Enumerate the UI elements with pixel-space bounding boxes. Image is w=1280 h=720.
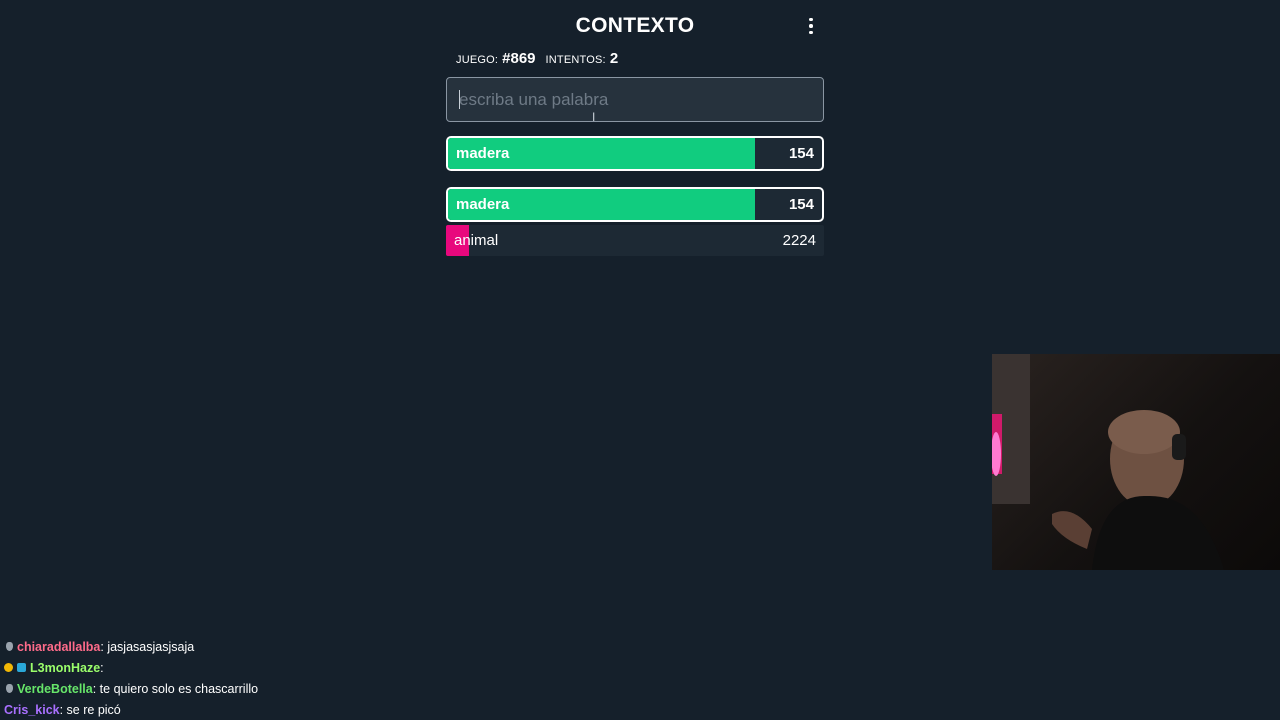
chat-badge-icon [17,663,26,672]
guess-row: animal 2224 [446,225,824,256]
text-cursor-icon: I [592,110,596,124]
chat-badge-icon [6,684,13,693]
game-label: JUEGO: [456,54,499,66]
header: CONTEXTO [446,0,824,50]
chat-badge-icon [4,663,13,672]
webcam-feed-image [992,354,1224,570]
attempts-label: INTENTOS: [545,54,606,66]
chat-message: L3monHaze : [4,657,604,678]
chat-text: : jasjasasjasjsaja [100,639,195,654]
game-number: #869 [502,50,536,67]
word-input-wrapper[interactable] [446,77,824,122]
chat-text: : [100,660,104,675]
guess-row: madera 154 [446,187,824,222]
attempts-count: 2 [609,50,619,67]
guess-distance: 154 [788,196,814,213]
last-guess-distance: 154 [788,145,814,162]
chat-username[interactable]: chiaradallalba [17,640,100,654]
chat-username[interactable]: VerdeBotella [17,682,93,696]
chat-overlay: chiaradallalba : jasjasasjasjsaja L3monHa… [4,636,604,720]
guess-word: madera [456,196,510,213]
guess-distance: 2224 [782,232,816,249]
chat-message: Cris_kick : se re picó [4,699,604,720]
chat-text: : te quiero solo es chascarrillo [92,681,259,696]
chat-badge-icon [6,642,13,651]
word-input[interactable] [447,78,823,121]
webcam-overlay [992,354,1280,570]
game-info: JUEGO: #869 INTENTOS: 2 [456,50,624,67]
chat-text: : se re picó [59,702,121,717]
last-guess-word: madera [456,145,510,162]
guess-word: animal [454,232,499,249]
chat-message: VerdeBotella : te quiero solo es chascar… [4,678,604,699]
chat-username[interactable]: Cris_kick [4,703,60,717]
text-caret [459,90,460,109]
more-menu-icon[interactable] [806,16,816,36]
contexto-app: CONTEXTO JUEGO: #869 INTENTOS: 2 madera … [446,0,824,256]
chat-username[interactable]: L3monHaze [30,661,100,675]
last-guess-row: madera 154 [446,136,824,171]
page-title: CONTEXTO [575,14,695,37]
chat-message: chiaradallalba : jasjasasjasjsaja [4,636,604,657]
